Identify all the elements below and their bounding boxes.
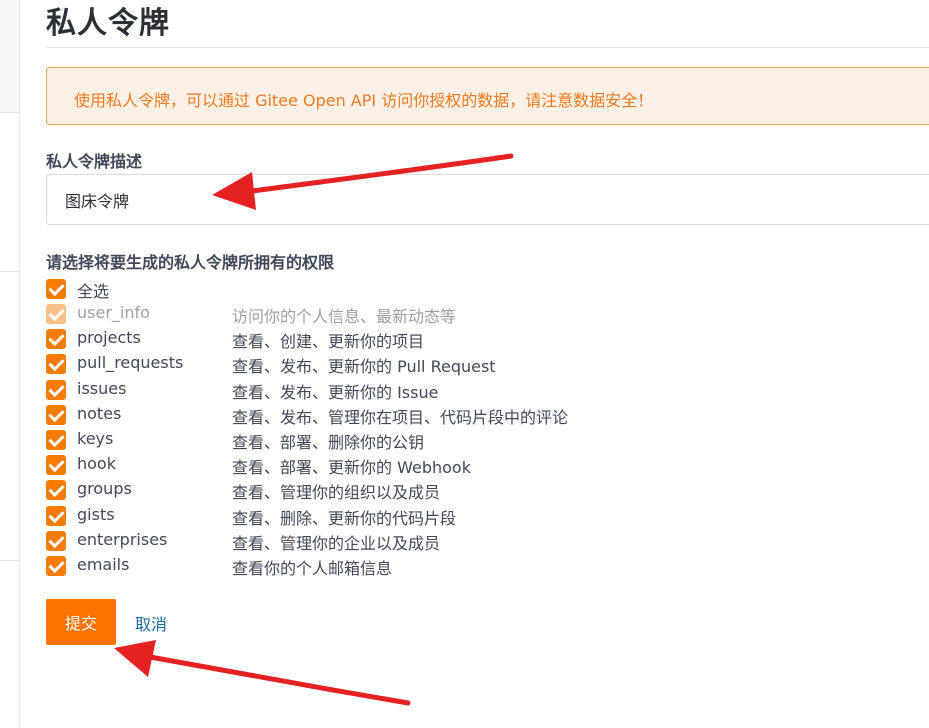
permission-name: projects: [77, 328, 141, 348]
permission-row-user-info: user_info 访问你的个人信息、最新动态等: [46, 303, 926, 326]
permission-checkbox[interactable]: [46, 354, 66, 375]
permission-name: issues: [77, 378, 127, 398]
permission-row-issues[interactable]: issues 查看、发布、更新你的 Issue: [46, 378, 926, 402]
permission-row-pull-requests[interactable]: pull_requests 查看、发布、更新你的 Pull Request: [46, 353, 926, 377]
permission-name: gists: [77, 504, 115, 524]
permission-description: 查看、管理你的组织以及成员: [232, 483, 441, 503]
permission-checkbox[interactable]: [46, 505, 66, 526]
permission-row-enterprises[interactable]: enterprises 查看、管理你的企业以及成员: [46, 529, 926, 553]
select-all-label: 全选: [77, 282, 110, 301]
permission-row-notes[interactable]: notes 查看、发布、管理你在项目、代码片段中的评论: [46, 403, 926, 427]
permission-checkbox[interactable]: [46, 556, 66, 576]
token-page: 私人令牌 使用私人令牌，可以通过 Gitee Open API 访问你授权的数据…: [0, 0, 929, 728]
permission-row-emails[interactable]: emails 查看你的个人邮箱信息: [46, 555, 926, 578]
permission-description: 查看、发布、管理你在项目、代码片段中的评论: [232, 407, 569, 427]
title-divider: [46, 47, 929, 48]
permission-name: hook: [77, 454, 116, 474]
sidebar-divider: [0, 271, 19, 272]
permission-name: keys: [77, 429, 114, 448]
permissions-label: 请选择将要生成的私人令牌所拥有的权限: [46, 253, 335, 272]
permission-name: groups: [77, 479, 132, 499]
permission-name: notes: [77, 403, 122, 423]
permission-description: 查看、创建、更新你的项目: [232, 332, 425, 352]
permission-description: 查看、部署、删除你的公钥: [232, 433, 425, 452]
arrow-to-submit-button: [114, 640, 411, 706]
token-description-input[interactable]: [46, 174, 929, 225]
page-title: 私人令牌: [46, 6, 170, 41]
submit-button[interactable]: 提交: [46, 599, 116, 645]
permission-description: 查看、删除、更新你的代码片段: [232, 508, 457, 528]
select-all-row[interactable]: 全选: [46, 278, 926, 301]
description-label: 私人令牌描述: [46, 152, 143, 171]
sidebar-divider: [0, 560, 19, 561]
permission-description: 查看、管理你的企业以及成员: [232, 533, 441, 553]
security-notice: 使用私人令牌，可以通过 Gitee Open API 访问你授权的数据，请注意数…: [46, 67, 929, 125]
permission-description: 访问你的个人信息、最新动态等: [232, 307, 457, 326]
permission-checkbox[interactable]: [46, 430, 66, 450]
permission-description: 查看、部署、更新你的 Webhook: [232, 458, 471, 478]
permission-description: 查看你的个人邮箱信息: [232, 559, 393, 578]
permission-row-gists[interactable]: gists 查看、删除、更新你的代码片段: [46, 504, 926, 528]
sidebar-divider: [0, 112, 19, 113]
permission-name: emails: [77, 555, 130, 574]
permission-name: pull_requests: [77, 353, 184, 373]
permission-checkbox[interactable]: [46, 404, 66, 425]
permission-row-hook[interactable]: hook 查看、部署、更新你的 Webhook: [46, 454, 926, 478]
permission-checkbox[interactable]: [46, 379, 66, 400]
permission-name: user_info: [77, 303, 150, 322]
permission-row-projects[interactable]: projects 查看、创建、更新你的项目: [46, 328, 926, 352]
select-all-checkbox[interactable]: [46, 279, 66, 299]
cancel-link[interactable]: 取消: [135, 611, 167, 635]
permission-description: 查看、发布、更新你的 Issue: [232, 382, 439, 402]
permission-checkbox[interactable]: [46, 480, 66, 501]
permission-row-keys[interactable]: keys 查看、部署、删除你的公钥: [46, 429, 926, 452]
permission-row-groups[interactable]: groups 查看、管理你的组织以及成员: [46, 479, 926, 503]
notice-text: 使用私人令牌，可以通过 Gitee Open API 访问你授权的数据，请注意数…: [74, 91, 654, 110]
left-sidebar-edge: [0, 0, 20, 728]
permission-checkbox[interactable]: [46, 530, 66, 551]
permission-checkbox[interactable]: [46, 455, 66, 476]
permission-description: 查看、发布、更新你的 Pull Request: [232, 357, 496, 377]
permission-checkbox[interactable]: [46, 329, 66, 350]
sidebar-block: [0, 0, 19, 112]
permission-checkbox: [46, 304, 66, 324]
permission-name: enterprises: [77, 529, 168, 549]
